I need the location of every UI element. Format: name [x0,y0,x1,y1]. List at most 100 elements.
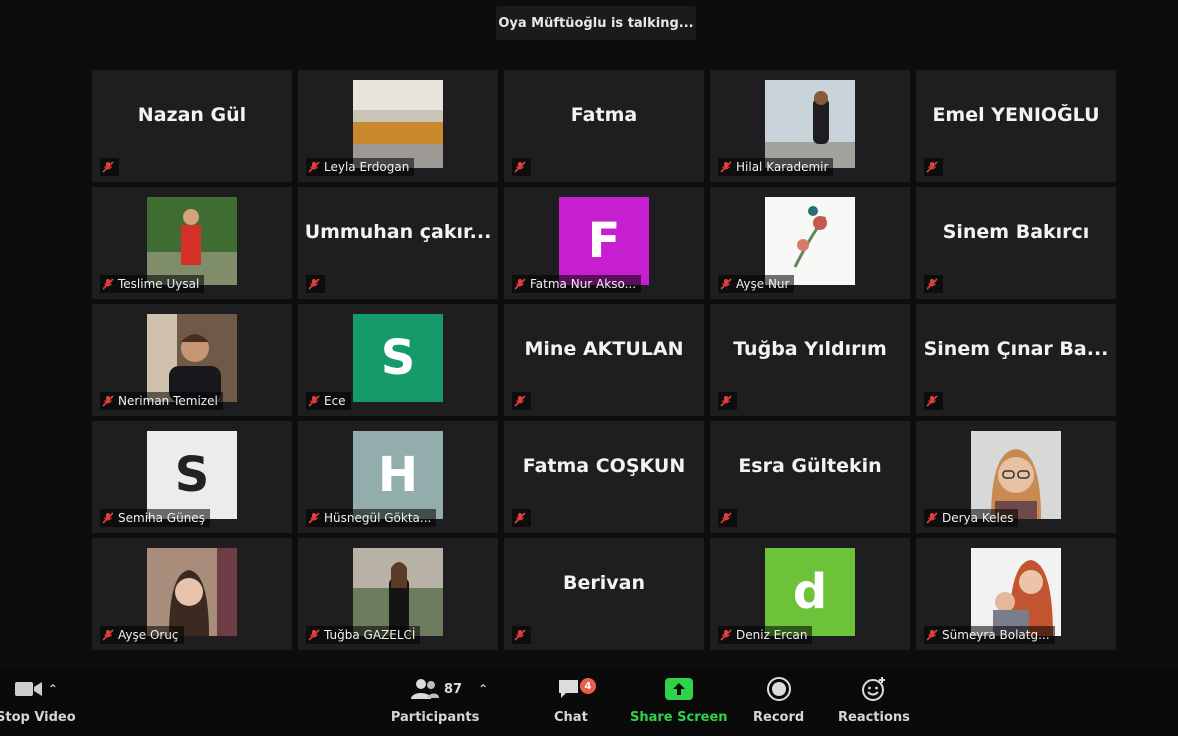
participant-tile[interactable]: Nazan Gül [92,70,292,182]
participants-count: 87 [444,681,463,697]
participant-display-name: Sinem Çınar Ba... [923,338,1109,360]
participant-tile[interactable]: Tuğba GAZELCİ [298,538,498,650]
muted-microphone-icon [926,395,938,407]
muted-microphone-icon [514,629,526,641]
participant-name-label [512,509,531,527]
muted-microphone-icon [102,512,114,524]
video-grid: Nazan Gül Leyla Erdogan Fatma Hilal Karadem… [92,70,1116,650]
participant-display-name: Nazan Gül [137,104,247,126]
profile-photo [353,80,443,168]
participant-name-label [512,158,531,176]
reactions-icon [861,677,885,701]
muted-microphone-icon [926,629,938,641]
participants-icon [411,679,439,699]
muted-microphone-icon [720,629,732,641]
participants-button[interactable]: 87 ⌃ Participants [391,674,488,725]
participant-tile[interactable]: Neriman Temizel [92,304,292,416]
participant-tile[interactable]: Teslime Uysal [92,187,292,299]
participant-tile[interactable]: Fatma [504,70,704,182]
participant-name: Hilal Karademir [736,160,829,174]
muted-microphone-icon [514,512,526,524]
participant-tile[interactable]: Sinem Bakırcı [916,187,1116,299]
participant-name-label: Ayşe Nur [718,275,795,293]
avatar-letter: F [559,197,649,285]
participant-name-label: Fatma Nur Akso... [512,275,642,293]
participant-display-name: Fatma COŞKUN [522,455,686,477]
participant-name-label [512,626,531,644]
stop-video-button[interactable]: ⌃ Stop Video [0,674,76,725]
participant-tile[interactable]: Ummuhan çakır... [298,187,498,299]
profile-photo [147,197,237,285]
meeting-toolbar: ⌃ Stop Video 87 ⌃ Participants 4 Chat Sh… [0,668,1178,736]
muted-microphone-icon [514,395,526,407]
participant-name-label: Derya Keles [924,509,1019,527]
participant-display-name: Berivan [563,572,645,594]
participant-display-name: Emel YENIOĞLU [932,104,1100,126]
chevron-up-icon[interactable]: ⌃ [48,682,58,696]
participant-tile[interactable]: Esra Gültekin [710,421,910,533]
participant-name-label [718,509,737,527]
participant-name-label: Neriman Temizel [100,392,223,410]
muted-microphone-icon [926,278,938,290]
participant-tile[interactable]: Hilal Karademir [710,70,910,182]
share-screen-button[interactable]: Share Screen [630,674,728,725]
participant-tile[interactable]: Emel YENIOĞLU [916,70,1116,182]
participant-tile[interactable]: Mine AKTULAN [504,304,704,416]
participant-tile[interactable]: S Semiha Güneş [92,421,292,533]
muted-microphone-icon [720,161,732,173]
profile-photo [353,548,443,636]
participant-name-label: Semiha Güneş [100,509,210,527]
participant-name: Tuğba GAZELCİ [324,628,416,642]
participant-tile[interactable]: H Hüsnegül Gökta... [298,421,498,533]
profile-photo [765,80,855,168]
participant-tile[interactable]: F Fatma Nur Akso... [504,187,704,299]
muted-microphone-icon [926,161,938,173]
avatar-letter: d [765,548,855,636]
participant-name-label [512,392,531,410]
participant-name-label: Ece [306,392,351,410]
muted-microphone-icon [102,161,114,173]
muted-microphone-icon [308,629,320,641]
reactions-button[interactable]: Reactions [838,674,910,725]
participant-name-label [924,392,943,410]
avatar-letter: S [353,314,443,402]
participant-name: Ayşe Oruç [118,628,179,642]
participant-display-name: Mine AKTULAN [524,338,684,360]
participant-tile[interactable]: Derya Keles [916,421,1116,533]
muted-microphone-icon [102,395,114,407]
participant-tile[interactable]: d Deniz Ercan [710,538,910,650]
participant-name-label: Deniz Ercan [718,626,813,644]
participant-display-name: Tuğba Yıldırım [733,338,887,360]
muted-microphone-icon [102,278,114,290]
participant-name-label: Ayşe Oruç [100,626,184,644]
speaker-banner: Oya Müftüoğlu is talking... [496,6,696,40]
muted-microphone-icon [514,278,526,290]
participant-tile[interactable]: Ayşe Oruç [92,538,292,650]
profile-photo [971,548,1061,636]
participant-display-name: Ummuhan çakır... [304,221,492,243]
chevron-up-icon[interactable]: ⌃ [478,682,488,696]
participant-tile[interactable]: Sinem Çınar Ba... [916,304,1116,416]
participant-display-name: Sinem Bakırcı [942,221,1090,243]
participant-name: Teslime Uysal [118,277,200,291]
avatar-letter: S [147,431,237,519]
participant-tile[interactable]: Leyla Erdogan [298,70,498,182]
participant-tile[interactable]: Tuğba Yıldırım [710,304,910,416]
participant-tile[interactable]: Fatma COŞKUN [504,421,704,533]
video-camera-icon [14,682,42,696]
participant-tile[interactable]: Sümeyra Bolatg... [916,538,1116,650]
profile-photo [765,197,855,285]
muted-microphone-icon [720,278,732,290]
muted-microphone-icon [926,512,938,524]
participant-name-label: Sümeyra Bolatg... [924,626,1055,644]
chat-button[interactable]: 4 Chat [554,674,596,725]
participant-name: Fatma Nur Akso... [530,277,637,291]
participant-tile[interactable]: Ayşe Nur [710,187,910,299]
participant-display-name: Esra Gültekin [738,455,882,477]
muted-microphone-icon [514,161,526,173]
participant-name-label [100,158,119,176]
participant-tile[interactable]: S Ece [298,304,498,416]
participant-tile[interactable]: Berivan [504,538,704,650]
record-button[interactable]: Record [753,674,804,725]
participant-name-label [924,158,943,176]
